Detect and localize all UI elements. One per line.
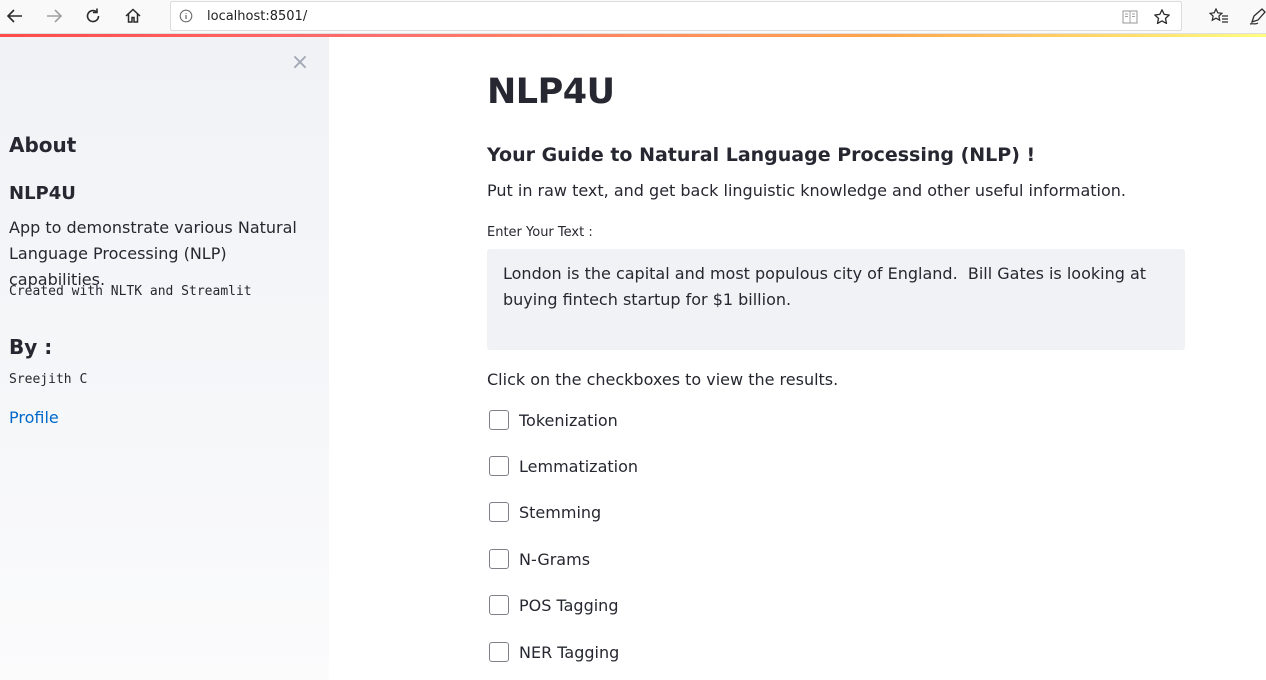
close-icon[interactable]: × (290, 52, 310, 74)
sidebar: × About NLP4U App to demonstrate various… (0, 37, 329, 680)
reload-icon[interactable] (81, 5, 105, 27)
checkbox-label[interactable]: Tokenization (519, 411, 618, 430)
checkbox-box[interactable] (489, 642, 509, 662)
address-bar[interactable]: localhost:8501/ (170, 1, 1182, 31)
text-input-label: Enter Your Text : (487, 225, 593, 240)
page-title: NLP4U (487, 72, 615, 112)
checkbox-label[interactable]: Lemmatization (519, 457, 638, 476)
checkbox-box[interactable] (489, 456, 509, 476)
checkbox-label[interactable]: NER Tagging (519, 643, 619, 662)
home-icon[interactable] (121, 5, 145, 27)
checkbox-box[interactable] (489, 502, 509, 522)
profile-link[interactable]: Profile (9, 408, 59, 427)
checkbox-ner-tagging[interactable]: NER Tagging (487, 640, 619, 664)
checkbox-stemming[interactable]: Stemming (487, 500, 601, 524)
sidebar-created-with: Created with NLTK and Streamlit (9, 284, 252, 299)
browser-toolbar: localhost:8501/ (0, 0, 1266, 34)
info-icon[interactable] (179, 9, 193, 23)
checkbox-label[interactable]: POS Tagging (519, 596, 618, 615)
checkbox-tokenization[interactable]: Tokenization (487, 408, 618, 432)
checkbox-prompt: Click on the checkboxes to view the resu… (487, 370, 839, 389)
sidebar-app-name: NLP4U (9, 183, 76, 204)
favorites-icon[interactable] (1207, 5, 1231, 27)
checkbox-lemmatization[interactable]: Lemmatization (487, 454, 638, 478)
page-subtitle: Your Guide to Natural Language Processin… (487, 144, 1036, 166)
sidebar-about-heading: About (9, 133, 77, 157)
checkbox-pos-tagging[interactable]: POS Tagging (487, 593, 618, 617)
url-text[interactable]: localhost:8501/ (207, 9, 307, 24)
checkbox-box[interactable] (489, 410, 509, 430)
intro-text: Put in raw text, and get back linguistic… (487, 181, 1126, 200)
bookmark-star-icon[interactable] (1152, 7, 1172, 27)
checkbox-n-grams[interactable]: N-Grams (487, 547, 590, 571)
sidebar-by-heading: By : (9, 335, 53, 359)
sidebar-description: App to demonstrate various Natural Langu… (9, 218, 297, 289)
sidebar-author: Sreejith C (9, 372, 88, 387)
back-icon[interactable] (3, 5, 27, 27)
reader-view-icon[interactable] (1120, 7, 1140, 27)
pen-icon[interactable] (1246, 5, 1266, 27)
forward-icon[interactable] (42, 5, 66, 27)
checkbox-box[interactable] (489, 595, 509, 615)
checkbox-box[interactable] (489, 549, 509, 569)
checkbox-label[interactable]: N-Grams (519, 550, 590, 569)
text-input-area[interactable]: London is the capital and most populous … (487, 249, 1185, 350)
checkbox-label[interactable]: Stemming (519, 503, 601, 522)
